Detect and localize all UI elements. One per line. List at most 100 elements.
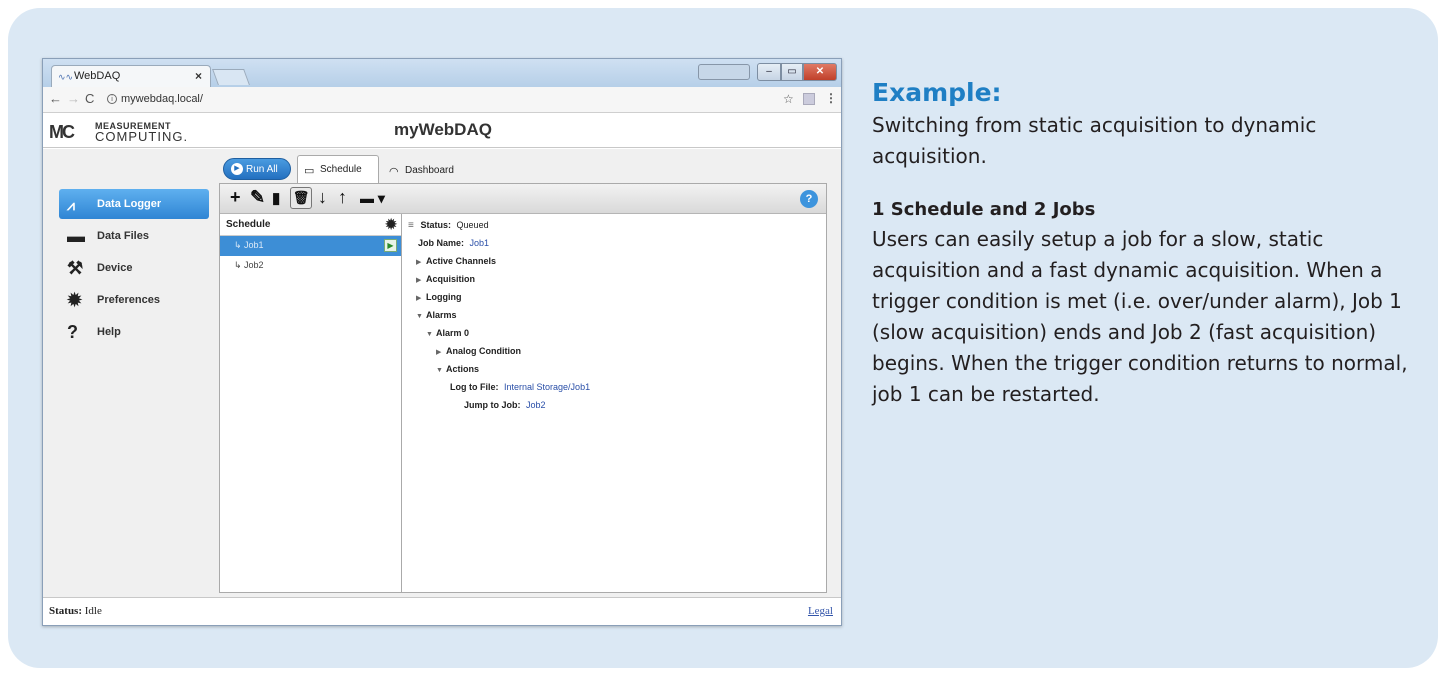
description: Example: Switching from static acquisiti… [872,78,1412,410]
actions-node[interactable]: ▼ Actions [408,360,818,378]
active-channels-node[interactable]: ▶ Active Channels [408,252,818,270]
address-bar[interactable]: i mywebdaq.local/ [105,90,355,109]
status-label: Status: [420,220,452,230]
tab-schedule-label: Schedule [320,164,362,175]
nav-item-device[interactable]: ⚒ Device [59,253,209,285]
nav-label: Data Files [97,230,149,242]
bookmark-star-icon[interactable]: ☆ [783,92,794,106]
job-arrow-icon: ↳ [234,260,245,270]
job-name-label: Job Name: [418,238,465,248]
nav-label: Preferences [97,294,160,306]
minimize-button[interactable]: – [757,63,781,81]
forward-arrow-icon[interactable]: → [67,91,80,106]
move-down-arrow-icon[interactable]: ↓ [318,187,327,208]
folder-icon: ▬ [67,226,85,246]
alarm0-label: Alarm 0 [436,328,470,338]
schedule-list: Schedule ✹ ↳ Job1 ▶ ↳ Job2 [220,214,402,592]
nav-item-preferences[interactable]: ✹ Preferences [59,285,209,317]
app-status-bar: Status: Idle Legal [43,597,841,625]
delete-trash-icon[interactable]: 🗑 [290,187,312,209]
calendar-icon: ▭ [304,165,315,177]
address-url: mywebdaq.local/ [121,93,203,105]
run-all-button[interactable]: ▶ Run All [223,158,291,180]
info-icon[interactable]: i [107,94,117,104]
maximize-button[interactable]: ▭ [781,63,803,81]
nav-label: Help [97,326,121,338]
browser-tab[interactable]: ∿∿ WebDAQ × [51,65,211,87]
job-label: Job2 [244,260,264,270]
reload-icon[interactable]: C [85,91,94,106]
description-intro: Switching from static acquisition to dyn… [872,113,1317,168]
logging-label: Logging [426,292,462,302]
extension-icon[interactable] [803,93,815,105]
gear-icon: ✹ [67,290,83,310]
analog-condition-node[interactable]: ▶ Analog Condition [408,342,818,360]
help-icon[interactable]: ? [800,190,818,208]
log-to-file-row: Log to File: Internal Storage/Job1 [408,378,818,396]
copy-icon[interactable]: ▮ [272,189,280,207]
side-nav: ⩘ Data Logger ▬ Data Files ⚒ Device ✹ Pr… [59,189,209,349]
schedule-header-label: Schedule [226,219,271,230]
tab-dashboard-label: Dashboard [405,165,454,176]
nav-item-help[interactable]: ? Help [59,317,209,349]
app-header: MC MEASUREMENT COMPUTING. myWebDAQ [43,114,841,148]
alarms-node[interactable]: ▼ Alarms [408,306,818,324]
back-arrow-icon[interactable]: ← [49,91,62,106]
tab-title: WebDAQ [74,70,121,82]
acquisition-node[interactable]: ▶ Acquisition [408,270,818,288]
user-profile-button[interactable] [698,64,750,80]
logging-node[interactable]: ▶ Logging [408,288,818,306]
list-item-job1[interactable]: ↳ Job1 ▶ [220,236,401,256]
schedule-content: + ✎ ▮ 🗑 ↓ ↑ ▬ ▾ ? Schedule ✹ ↳ Job1 ▶ ↳ … [219,183,827,593]
tab-schedule[interactable]: ▭ Schedule [297,155,379,183]
job-name-row: Job Name: Job1 [408,234,818,252]
alarms-label: Alarms [426,310,457,320]
nav-item-data-logger[interactable]: ⩘ Data Logger [59,189,209,219]
job-name-value: Job1 [469,238,490,248]
app-title: myWebDAQ [394,120,492,139]
alarm0-node[interactable]: ▼ Alarm 0 [408,324,818,342]
browser-menu-icon[interactable]: ⋮ [825,91,837,105]
jump-to-job-label: Jump to Job: [464,400,521,410]
browser-titlebar: ∿∿ WebDAQ × – ▭ ✕ [43,59,841,87]
move-up-arrow-icon[interactable]: ↑ [338,187,347,208]
nav-label: Data Logger [97,198,162,210]
app-body: ⩘ Data Logger ▬ Data Files ⚒ Device ✹ Pr… [43,149,841,597]
job-play-icon[interactable]: ▶ [384,239,397,252]
app-status-label: Status: [49,605,83,617]
settings-gear-icon[interactable]: ✹ [385,216,397,233]
jump-to-job-row: Jump to Job: Job2 [408,396,818,414]
tab-dashboard[interactable]: ◠ Dashboard [383,157,473,183]
edit-pencil-icon[interactable]: ✎ [250,187,265,208]
status-value: Queued [456,220,489,230]
description-heading: Example: [872,78,1002,107]
add-icon[interactable]: + [230,187,241,208]
waveform-icon: ⩘ [67,197,75,213]
log-to-file-label: Log to File: [450,382,499,392]
nav-label: Device [97,262,133,274]
logo-line2: COMPUTING. [95,129,189,144]
job-details: ≡ Status: Queued Job Name: Job1 ▶ Active … [408,216,818,414]
list-item-job2[interactable]: ↳ Job2 [220,256,401,276]
new-tab-button[interactable] [212,69,250,85]
list-icon: ≡ [408,220,414,231]
nav-item-data-files[interactable]: ▬ Data Files [59,221,209,253]
gauge-icon: ◠ [389,166,399,178]
job-arrow-icon: ↳ [234,240,245,250]
run-all-label: Run All [246,164,278,175]
action-toolbar: + ✎ ▮ 🗑 ↓ ↑ ▬ ▾ ? [220,184,826,214]
legal-link[interactable]: Legal [808,605,833,617]
schedule-header: Schedule ✹ [220,214,401,236]
actions-label: Actions [446,364,480,374]
job-label: Job1 [244,240,264,250]
status-row: ≡ Status: Queued [408,216,818,234]
jump-to-job-value: Job2 [526,400,546,410]
tab-close-icon[interactable]: × [195,69,202,83]
tools-icon: ⚒ [67,258,84,278]
folder-dropdown-icon[interactable]: ▬ ▾ [360,190,385,207]
question-icon: ? [67,322,78,342]
tab-bar: ▶ Run All ▭ Schedule ◠ Dashboard [219,155,827,183]
close-window-button[interactable]: ✕ [803,63,837,81]
description-body: Users can easily setup a job for a slow,… [872,227,1408,406]
active-channels-label: Active Channels [426,256,497,266]
